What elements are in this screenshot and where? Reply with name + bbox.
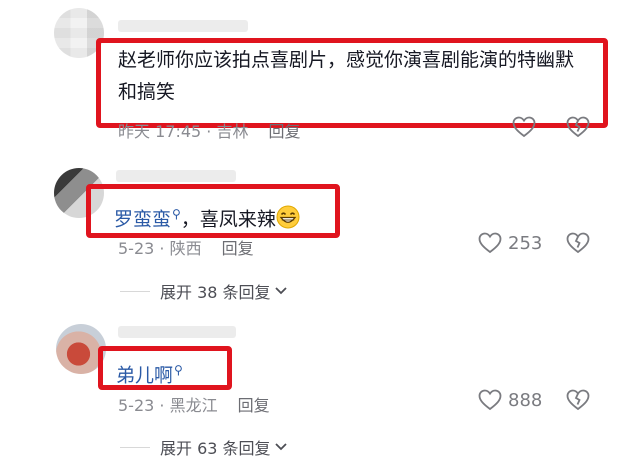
reply-button[interactable]: 回复	[222, 239, 254, 258]
highlight-box	[96, 38, 608, 128]
expand-replies-button[interactable]: 展开 38 条回复	[120, 279, 288, 303]
expand-replies-label: 展开 63 条回复	[160, 439, 271, 458]
like-count: 253	[508, 232, 543, 254]
broken-heart-icon	[566, 232, 590, 254]
heart-icon	[478, 389, 502, 411]
comment-time-location: 5-23 · 陕西	[118, 239, 202, 258]
username-blurred[interactable]	[118, 326, 236, 338]
like-button[interactable]: 253	[478, 232, 542, 254]
comment-meta: 5-23 · 黑龙江 回复	[118, 392, 270, 416]
highlight-box	[98, 346, 232, 390]
broken-heart-icon	[566, 389, 590, 411]
divider	[120, 290, 150, 292]
expand-replies-button[interactable]: 展开 63 条回复	[120, 435, 288, 459]
reply-button[interactable]: 回复	[268, 122, 300, 141]
like-button[interactable]: 888	[478, 389, 542, 411]
comment-time-location: 昨天 17:45 · 吉林	[118, 122, 249, 141]
chevron-down-icon	[274, 443, 287, 451]
heart-icon	[478, 232, 502, 254]
expand-replies-label: 展开 38 条回复	[160, 283, 271, 302]
username-blurred[interactable]	[116, 170, 236, 182]
highlight-box	[86, 184, 340, 238]
broken-heart-icon	[566, 116, 590, 138]
comment-meta: 昨天 17:45 · 吉林 回复	[118, 118, 300, 142]
comment-time-location: 5-23 · 黑龙江	[118, 396, 218, 415]
like-count: 888	[508, 389, 543, 411]
dislike-button[interactable]	[566, 232, 590, 258]
divider	[120, 446, 150, 448]
comment-meta: 5-23 · 陕西 回复	[118, 235, 254, 259]
heart-icon	[512, 116, 536, 138]
like-button[interactable]	[512, 116, 536, 138]
chevron-down-icon	[274, 287, 287, 295]
username-blurred[interactable]	[118, 20, 248, 32]
dislike-button[interactable]	[566, 116, 590, 142]
dislike-button[interactable]	[566, 389, 590, 415]
reply-button[interactable]: 回复	[238, 396, 270, 415]
